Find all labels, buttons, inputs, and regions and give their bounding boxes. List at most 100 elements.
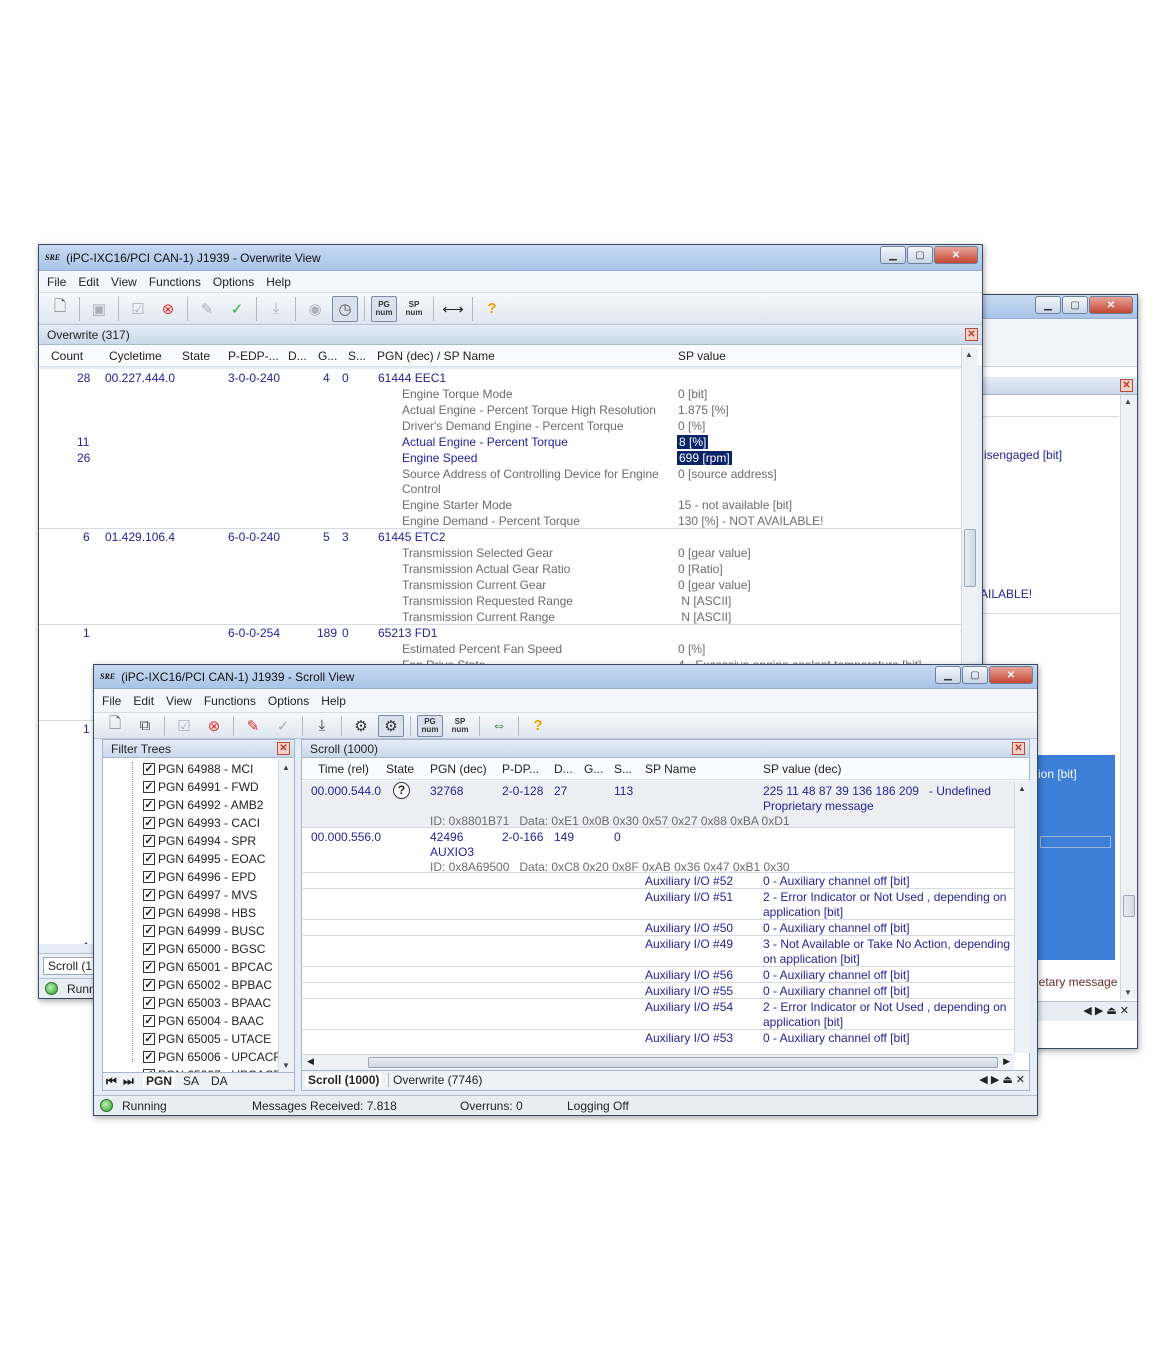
col-count[interactable]: Count — [51, 349, 83, 363]
menu-functions[interactable]: Functions — [204, 694, 256, 708]
tag-icon[interactable]: ◉ — [302, 296, 328, 322]
tree-item[interactable]: ✓ PGN 65004 - BAAC — [143, 1014, 264, 1028]
tree-item[interactable]: ✓ PGN 64994 - SPR — [143, 834, 256, 848]
checkbox-checked-icon[interactable]: ✓ — [143, 799, 155, 811]
menu-functions[interactable]: Functions — [149, 275, 201, 289]
tab-sa[interactable]: SA — [183, 1074, 199, 1088]
checkbox-checked-icon[interactable]: ✓ — [143, 835, 155, 847]
tab-pgn[interactable]: PGN — [143, 1074, 176, 1088]
menu-view[interactable]: View — [166, 694, 192, 708]
tab-scroll[interactable]: Scroll (1 — [43, 957, 98, 975]
menu-edit[interactable]: Edit — [78, 275, 99, 289]
scroll-up-icon[interactable]: ▲ — [1124, 397, 1132, 406]
help-icon[interactable]: ? — [525, 715, 551, 737]
tree-item[interactable]: ✓ PGN 64992 - AMB2 — [143, 798, 263, 812]
stop-icon[interactable]: ⊗ — [155, 296, 181, 322]
help-icon[interactable]: ? — [479, 296, 505, 322]
tree-item[interactable]: ✓ PGN 64999 - BUSC — [143, 924, 265, 938]
col-pdp[interactable]: P-DP... — [502, 762, 539, 776]
col-g[interactable]: G... — [318, 349, 337, 363]
scroll-down-icon[interactable]: ▼ — [282, 1061, 290, 1070]
scroll-up-icon[interactable]: ▲ — [1018, 784, 1026, 793]
tree-item[interactable]: ✓ PGN 64998 - HBS — [143, 906, 256, 920]
menu-options[interactable]: Options — [213, 275, 254, 289]
checkbox-checked-icon[interactable]: ✓ — [143, 817, 155, 829]
checkbox-checked-icon[interactable]: ✓ — [143, 907, 155, 919]
col-sp-value[interactable]: SP value — [678, 349, 726, 363]
tab-overwrite[interactable]: Overwrite (7746) — [388, 1073, 482, 1087]
first-page-icon[interactable]: ⏮ — [106, 1074, 117, 1089]
col-pedp[interactable]: P-EDP-... — [228, 349, 279, 363]
copy-icon[interactable]: ⧉ — [132, 715, 158, 737]
minimize-icon[interactable]: ▁ — [1035, 296, 1061, 314]
save-icon[interactable]: ▣ — [86, 296, 112, 322]
tree-item[interactable]: ✓ PGN 64996 - EPD — [143, 870, 256, 884]
menu-view[interactable]: View — [111, 275, 137, 289]
pg-num-icon[interactable]: PG num — [371, 295, 397, 322]
close-icon[interactable]: ✕ — [1089, 296, 1133, 314]
checkbox-checked-icon[interactable]: ✓ — [143, 1051, 155, 1063]
stop-icon[interactable]: ⊗ — [201, 715, 227, 737]
tree-vertical-scrollbar[interactable]: ▲ ▼ — [278, 759, 294, 1074]
checkbox-checked-icon[interactable]: ✓ — [143, 763, 155, 775]
eraser-icon[interactable]: ✎ — [194, 296, 220, 322]
close-pane-icon[interactable]: ✕ — [277, 742, 290, 755]
sp-num-icon[interactable]: SP num — [401, 296, 427, 322]
signal-value-highlighted[interactable]: 699 [rpm] — [677, 451, 732, 465]
close-pane-icon[interactable]: ✕ — [1120, 379, 1133, 392]
col-g[interactable]: G... — [584, 762, 603, 776]
checkbox-checked-icon[interactable]: ✓ — [143, 961, 155, 973]
maximize-icon[interactable]: ▢ — [1062, 296, 1088, 314]
col-pgn[interactable]: PGN (dec) — [430, 762, 487, 776]
col-state[interactable]: State — [386, 762, 414, 776]
last-page-icon[interactable]: ⏭ — [123, 1074, 134, 1089]
checkbox-checked-icon[interactable]: ✓ — [143, 853, 155, 865]
close-icon[interactable]: ✕ — [934, 246, 978, 264]
tree-item[interactable]: ✓ PGN 65003 - BPAAC — [143, 996, 271, 1010]
scroll-thumb[interactable] — [1123, 895, 1135, 917]
col-pgn-name[interactable]: PGN (dec) / SP Name — [377, 349, 495, 363]
col-s[interactable]: S... — [614, 762, 632, 776]
menu-file[interactable]: File — [102, 694, 121, 708]
checkbox-checked-icon[interactable]: ✓ — [143, 997, 155, 1009]
menu-help[interactable]: Help — [266, 275, 291, 289]
clock-icon[interactable]: ◷ — [332, 295, 358, 322]
check-icon[interactable]: ☑ — [125, 296, 151, 322]
eraser-icon[interactable]: ✎ — [240, 715, 266, 737]
sp-num-icon[interactable]: SP num — [447, 715, 473, 737]
checkbox-checked-icon[interactable]: ✓ — [143, 925, 155, 937]
col-time[interactable]: Time (rel) — [318, 762, 369, 776]
scroll-right-icon[interactable]: ▶ — [1003, 1056, 1010, 1067]
scroll-left-icon[interactable]: ◀ — [307, 1056, 314, 1067]
col-d[interactable]: D... — [554, 762, 573, 776]
h-scroll-thumb[interactable] — [368, 1057, 998, 1068]
back-nav-icons[interactable]: ◀ ▶ ⏏ ✕ — [1083, 1004, 1129, 1017]
tab-nav-icons[interactable]: ◀ ▶ ⏏ ✕ — [979, 1073, 1025, 1086]
close-pane-icon[interactable]: ✕ — [1012, 742, 1025, 755]
close-icon[interactable]: ✕ — [989, 666, 1033, 684]
menu-help[interactable]: Help — [321, 694, 346, 708]
tab-da[interactable]: DA — [211, 1074, 228, 1088]
scroll-vertical-scrollbar[interactable]: ▲ — [1014, 781, 1030, 1053]
maximize-icon[interactable]: ▢ — [907, 246, 933, 264]
col-sp-name[interactable]: SP Name — [645, 762, 696, 776]
download-icon[interactable]: ⤓ — [309, 715, 335, 737]
tree-item[interactable]: ✓ PGN 64991 - FWD — [143, 780, 259, 794]
minimize-icon[interactable]: ▁ — [935, 666, 961, 684]
filter-icon[interactable]: ✓ — [270, 715, 296, 737]
check-icon[interactable]: ☑ — [171, 715, 197, 737]
checkbox-checked-icon[interactable]: ✓ — [143, 1015, 155, 1027]
scroll-down-icon[interactable]: ▼ — [1124, 988, 1132, 997]
checkbox-checked-icon[interactable]: ✓ — [143, 979, 155, 991]
tree-item[interactable]: ✓ PGN 64997 - MVS — [143, 888, 257, 902]
pg-num-icon[interactable]: PG num — [417, 714, 443, 737]
col-sp-value[interactable]: SP value (dec) — [763, 762, 842, 776]
col-d[interactable]: D... — [288, 349, 307, 363]
scroll-up-icon[interactable]: ▲ — [965, 350, 973, 359]
checkbox-checked-icon[interactable]: ✓ — [143, 889, 155, 901]
minimize-icon[interactable]: ▁ — [880, 246, 906, 264]
tree-item[interactable]: ✓ PGN 64988 - MCI — [143, 762, 253, 776]
checkbox-checked-icon[interactable]: ✓ — [143, 1033, 155, 1045]
close-pane-icon[interactable]: ✕ — [965, 328, 978, 341]
new-document-icon[interactable]: 🗋 — [47, 296, 73, 322]
